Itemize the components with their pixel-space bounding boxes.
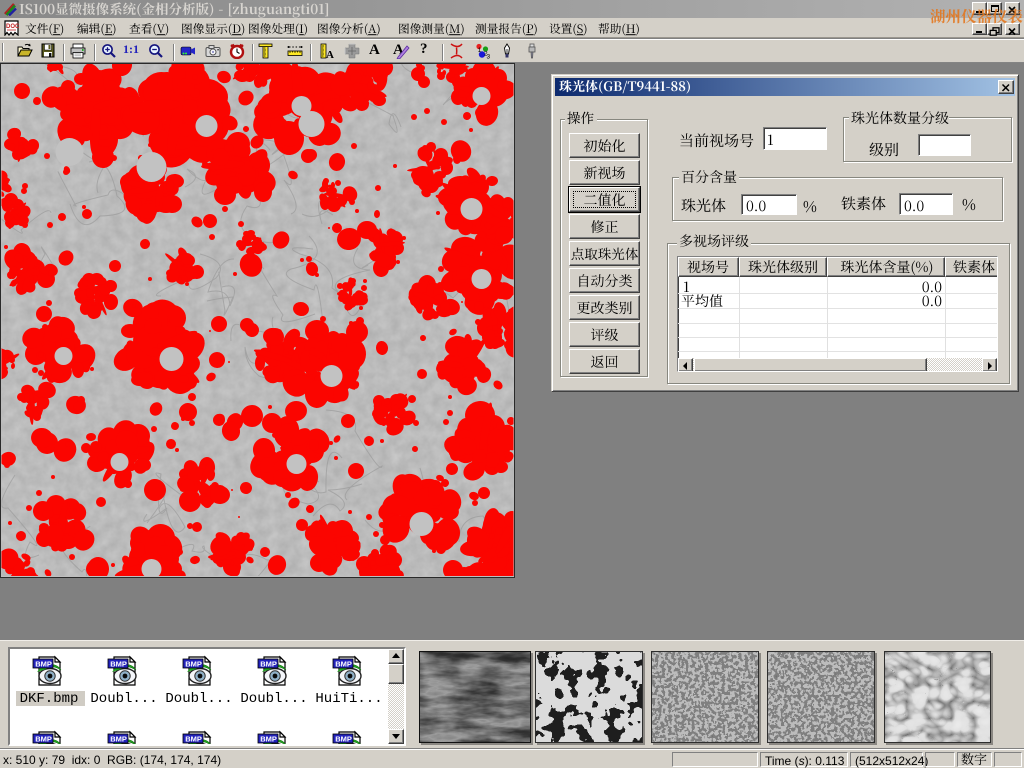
svg-text:DOC: DOC xyxy=(6,24,19,30)
svg-text:3: 3 xyxy=(487,54,491,60)
svg-text:1: 1 xyxy=(478,47,482,54)
svg-text:A: A xyxy=(326,49,334,59)
